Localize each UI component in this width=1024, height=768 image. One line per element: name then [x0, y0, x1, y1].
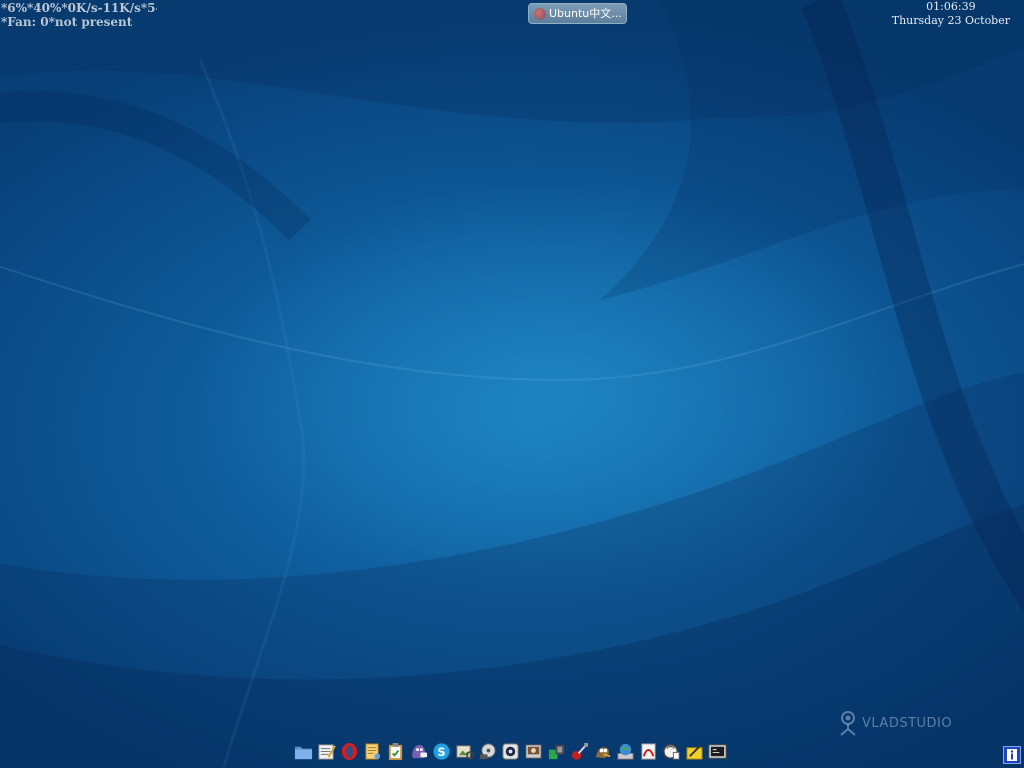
guitar-music-icon[interactable]	[569, 741, 590, 762]
watermark-text: VLADSTUDIO	[862, 715, 953, 731]
notes-icon[interactable]	[684, 741, 705, 762]
folder-icon[interactable]	[293, 741, 314, 762]
skype-icon[interactable]: S	[431, 741, 452, 762]
clock-date: Thursday 23 October	[891, 14, 1010, 27]
clock-time: 01:06:39	[926, 0, 976, 13]
wallpaper-waves	[0, 0, 1024, 768]
taskbar-window-button[interactable]: Ubuntu中文...	[528, 3, 627, 24]
application-dock: S	[293, 738, 728, 762]
document-viewer-icon[interactable]	[362, 741, 383, 762]
dictionary-icon[interactable]	[661, 741, 682, 762]
browser-app-icon	[534, 7, 546, 20]
person-logo-icon	[840, 711, 856, 736]
gimp-icon[interactable]	[592, 741, 613, 762]
desktop[interactable]: *6%*40%*0K/s-11K/s*54C *Fan: 0*not prese…	[0, 0, 1024, 768]
camera-icon[interactable]	[523, 741, 544, 762]
clipboard-icon[interactable]	[385, 741, 406, 762]
terminal-icon[interactable]	[707, 741, 728, 762]
clock-widget[interactable]: 01:06:39 Thursday 23 October	[892, 0, 1010, 28]
media-player-icon[interactable]	[500, 741, 521, 762]
taskbar-window-label: Ubuntu中文...	[549, 7, 622, 20]
package-manager-icon[interactable]	[546, 741, 567, 762]
vladstudio-watermark: VLADSTUDIO	[838, 710, 952, 736]
system-monitor-line-1: *6%*40%*0K/s-11K/s*54C	[1, 1, 157, 15]
opera-browser-icon[interactable]	[339, 741, 360, 762]
image-viewer-icon[interactable]	[454, 741, 475, 762]
disk-utility-icon[interactable]	[477, 741, 498, 762]
svg-text:S: S	[437, 745, 445, 759]
pdf-reader-icon[interactable]	[638, 741, 659, 762]
info-button[interactable]	[1003, 746, 1021, 764]
system-monitor-line-2: *Fan: 0*not present	[1, 15, 133, 29]
text-editor-icon[interactable]	[316, 741, 337, 762]
pidgin-messenger-icon[interactable]	[408, 741, 429, 762]
info-icon	[1007, 749, 1017, 761]
network-globe-icon[interactable]	[615, 741, 636, 762]
system-monitor-widget: *6%*40%*0K/s-11K/s*54C *Fan: 0*not prese…	[1, 1, 157, 29]
